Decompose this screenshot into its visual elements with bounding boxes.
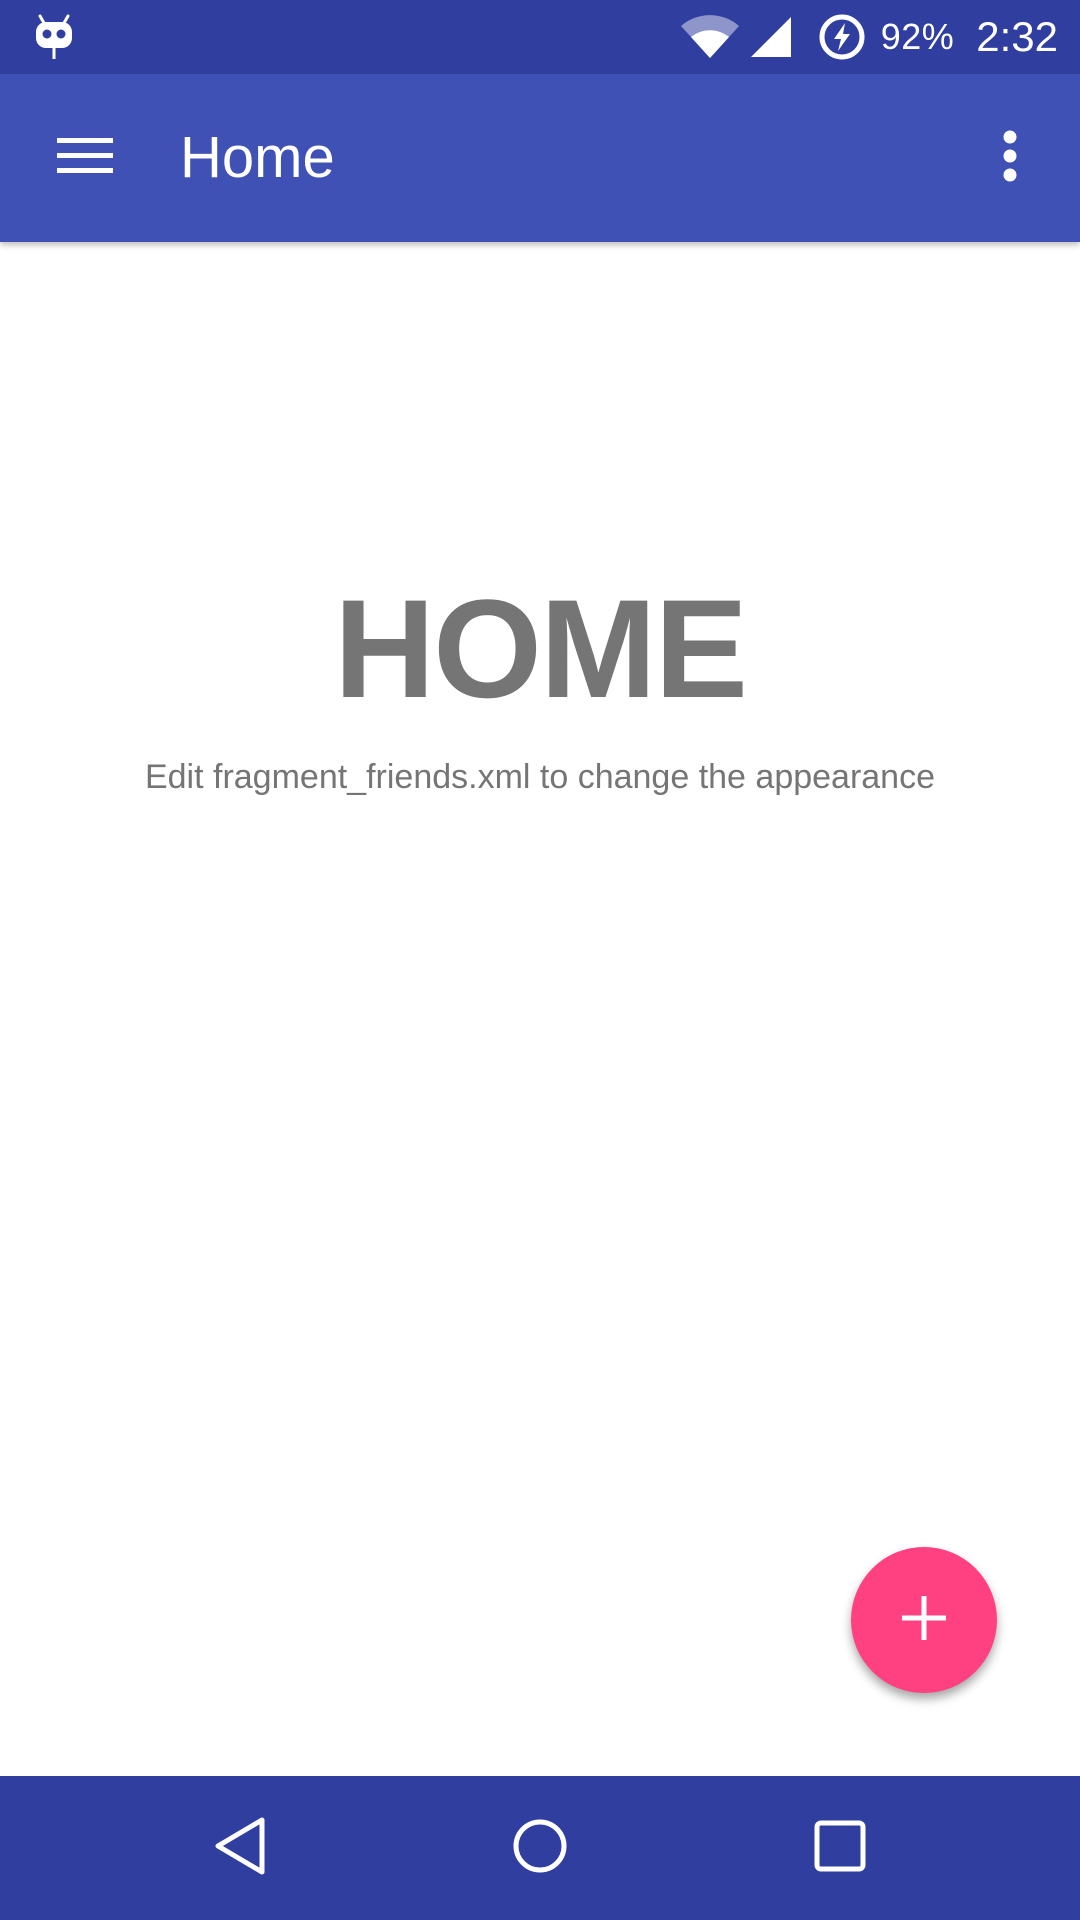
cyanogenmod-mascot-icon	[34, 14, 74, 60]
page-subtitle: Edit fragment_friends.xml to change the …	[144, 758, 936, 796]
nav-home-button[interactable]	[490, 1798, 590, 1898]
recents-square-icon	[814, 1820, 866, 1877]
menu-button[interactable]	[40, 118, 130, 198]
main-content: HOME Edit fragment_friends.xml to change…	[0, 242, 1080, 1776]
home-circle-icon	[512, 1818, 568, 1879]
add-icon	[902, 1595, 946, 1645]
page-heading: HOME	[334, 570, 748, 727]
cell-signal-icon	[749, 15, 793, 59]
status-bar: 92% 2:32	[0, 0, 1080, 74]
hamburger-menu-icon	[57, 136, 113, 181]
add-fab-button[interactable]	[851, 1547, 997, 1693]
more-vert-icon	[1002, 130, 1018, 187]
status-icons: 92% 2:32	[679, 0, 1058, 74]
back-triangle-icon	[212, 1816, 268, 1881]
battery-charging-icon	[817, 12, 867, 62]
battery-percent: 92%	[880, 16, 955, 57]
nav-back-button[interactable]	[190, 1798, 290, 1898]
app-bar-title: Home	[180, 125, 335, 190]
app-bar: Home	[0, 74, 1080, 242]
overflow-menu-button[interactable]	[970, 118, 1050, 198]
status-clock: 2:32	[976, 13, 1058, 60]
wifi-icon	[679, 14, 741, 60]
screen: 92% 2:32 Home HOME Edit fragment_friends…	[0, 0, 1080, 1920]
navigation-bar	[0, 1776, 1080, 1920]
nav-recents-button[interactable]	[790, 1798, 890, 1898]
